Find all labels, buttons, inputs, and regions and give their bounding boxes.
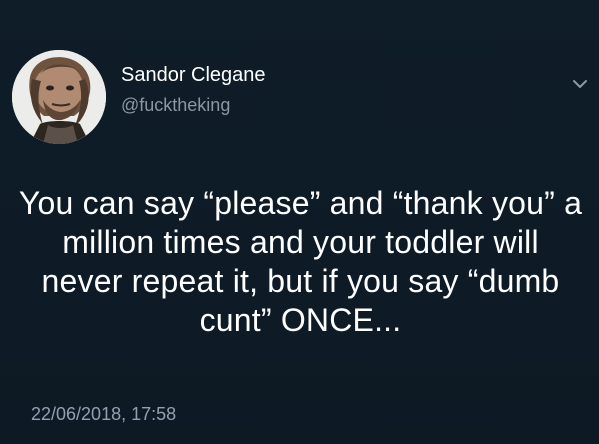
timestamp[interactable]: 22/06/2018, 17:58 (31, 403, 176, 425)
tweet-card: Sandor Clegane @fucktheking You can say … (0, 0, 599, 444)
chevron-down-icon[interactable] (571, 75, 589, 93)
avatar[interactable] (12, 50, 106, 144)
tweet-text: You can say “please” and “thank you” a m… (18, 185, 583, 338)
author-handle[interactable]: @fucktheking (121, 94, 230, 116)
chevron-down-icon-svg (573, 80, 587, 88)
avatar-photo (12, 50, 106, 144)
author-name[interactable]: Sandor Clegane (121, 63, 266, 87)
